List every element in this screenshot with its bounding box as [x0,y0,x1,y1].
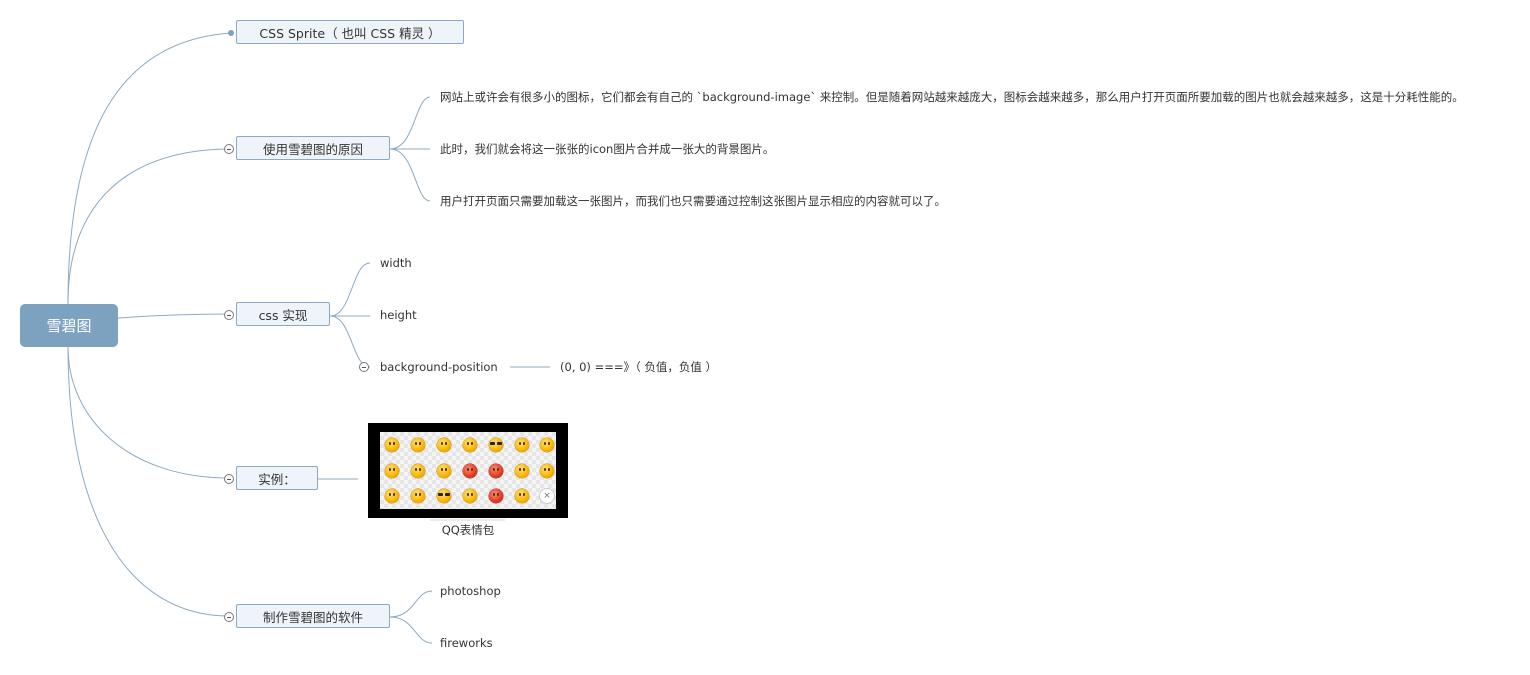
bgpos-detail: (0, 0) ===》（ 负值，负值 ） [560,360,718,374]
collapse-icon[interactable] [224,474,234,484]
collapse-icon[interactable] [359,362,369,372]
emoji-icon [515,438,529,452]
collapse-icon[interactable] [224,144,234,154]
css-item-height: height [380,308,417,322]
reason-item-3: 用户打开页面只需要加载这一张图片，而我们也只需要通过控制这张图片显示相应的内容就… [440,194,946,208]
css-item-background-position: background-position [380,360,498,374]
collapse-icon[interactable] [224,612,234,622]
emoji-icon [385,464,399,478]
software-item-fireworks: fireworks [440,636,493,650]
emoji-icon [489,438,503,452]
image-caption: QQ表情包 [441,523,495,537]
topic-software[interactable]: 制作雪碧图的软件 [236,604,390,628]
reason-item-1: 网站上或许会有很多小的图标，它们都会有自己的 `background-image… [440,90,1464,104]
topic-css-implementation[interactable]: css 实现 [236,302,330,326]
emoji-icon [437,464,451,478]
emoji-icon [463,438,477,452]
software-item-photoshop: photoshop [440,584,501,598]
topic-reason[interactable]: 使用雪碧图的原因 [236,136,390,160]
root-topic[interactable]: 雪碧图 [20,304,118,347]
emoji-icon [385,438,399,452]
topic-example[interactable]: 实例： [236,466,318,490]
close-icon: × [540,489,554,503]
emoji-icon [437,489,451,503]
css-item-width: width [380,256,412,270]
emoji-icon [489,464,503,478]
emoji-icon [385,489,399,503]
emoji-icon [411,464,425,478]
reason-item-2: 此时，我们就会将这一张张的icon图片合并成一张大的背景图片。 [440,142,775,156]
emoji-icon [411,438,425,452]
emoji-icon [411,489,425,503]
emoji-icon [463,464,477,478]
collapse-dot-icon[interactable] [228,30,234,36]
emoji-icon [463,489,477,503]
emoji-icon [540,438,554,452]
emoji-icon [515,489,529,503]
sprite-sheet: × [380,432,556,509]
qq-emoji-sprite-image: × [368,423,568,518]
collapse-icon[interactable] [224,310,234,320]
emoji-icon [540,464,554,478]
emoji-icon [515,464,529,478]
topic-css-sprite[interactable]: CSS Sprite（ 也叫 CSS 精灵 ） [236,20,464,44]
emoji-icon [489,489,503,503]
emoji-icon [437,438,451,452]
